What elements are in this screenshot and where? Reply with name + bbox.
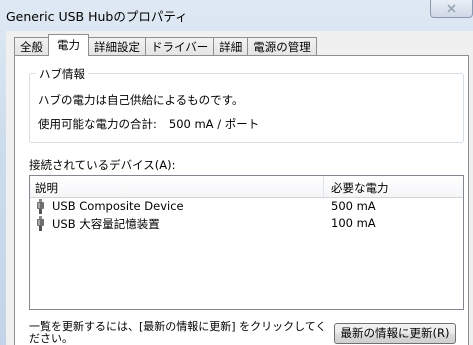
refresh-button[interactable]: 最新の情報に更新(R): [334, 323, 456, 344]
properties-window: Generic USB Hubのプロパティ 全般 電力 詳細設定 ドライバー 詳…: [0, 0, 473, 345]
total-power-label: 使用可能な電力の合計:: [38, 117, 157, 131]
close-icon: [447, 4, 456, 13]
device-name: USB Composite Device: [52, 199, 184, 213]
hub-info-group-title: ハブ情報: [36, 66, 88, 82]
tab-power-management[interactable]: 電源の管理: [247, 37, 317, 56]
usb-plug-icon: [37, 216, 44, 231]
tab-details[interactable]: 詳細: [213, 37, 249, 56]
tab-general[interactable]: 全般: [14, 37, 49, 56]
list-item[interactable]: USB Composite Device 500 mA: [30, 198, 463, 215]
connected-devices-label: 接続されているデバイス(A):: [29, 158, 176, 172]
tab-advanced[interactable]: 詳細設定: [88, 37, 146, 56]
device-power: 500 mA: [331, 199, 376, 213]
tab-strip: 全般 電力 詳細設定 ドライバー 詳細 電源の管理: [14, 34, 317, 56]
usb-plug-icon: [37, 199, 44, 214]
tab-power[interactable]: 電力: [48, 34, 89, 56]
refresh-hint-text: 一覧を更新するには、[最新の情報に更新] をクリックしてください。: [29, 320, 327, 345]
window-title: Generic USB Hubのプロパティ: [6, 9, 188, 24]
column-header-description[interactable]: 説明: [35, 180, 58, 196]
device-name: USB 大容量記憶装置: [52, 217, 160, 231]
list-item[interactable]: USB 大容量記憶装置 100 mA: [30, 215, 463, 232]
title-bar[interactable]: Generic USB Hubのプロパティ: [0, 0, 473, 30]
close-button[interactable]: [430, 0, 473, 18]
power-tab-panel: ハブ情報 ハブの電力は自己供給によるものです。 使用可能な電力の合計: 500 m…: [14, 55, 469, 345]
tab-driver[interactable]: ドライバー: [145, 37, 215, 56]
device-power: 100 mA: [331, 216, 376, 230]
column-divider[interactable]: [323, 176, 324, 197]
total-power-line: 使用可能な電力の合計: 500 mA / ポート: [38, 116, 259, 132]
list-header: 説明 必要な電力: [30, 176, 463, 198]
dialog-client-area: 全般 電力 詳細設定 ドライバー 詳細 電源の管理 ハブ情報 ハブの電力は自己供…: [6, 31, 473, 345]
hub-info-group: ハブ情報 ハブの電力は自己供給によるものです。 使用可能な電力の合計: 500 m…: [29, 66, 464, 143]
column-header-required-power[interactable]: 必要な電力: [331, 180, 389, 196]
self-powered-text: ハブの電力は自己供給によるものです。: [38, 93, 244, 107]
total-power-value: 500 mA / ポート: [168, 117, 260, 131]
connected-devices-list[interactable]: 説明 必要な電力 USB Composite Device 500 mA USB…: [29, 175, 464, 310]
